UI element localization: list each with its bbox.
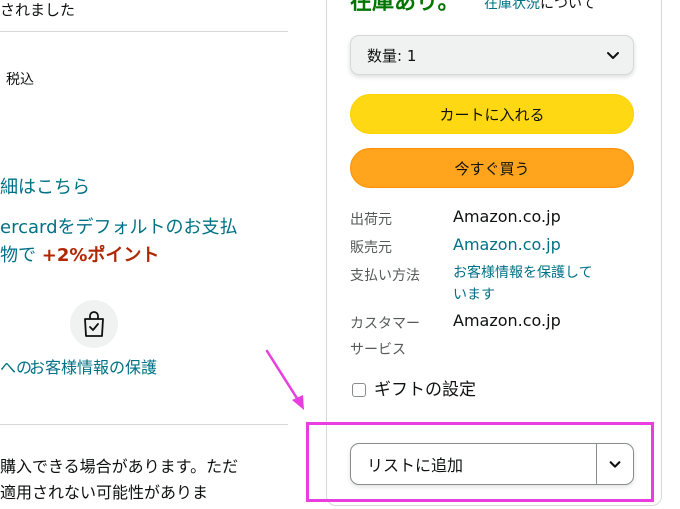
- stock-info-suffix: について: [540, 0, 596, 12]
- customer-service-value: Amazon.co.jp: [453, 311, 561, 330]
- payment-label: 支払い方法: [350, 268, 420, 284]
- buy-now-button[interactable]: 今すぐ買う: [350, 148, 634, 188]
- annotation-highlight-box: [306, 422, 654, 502]
- quantity-select[interactable]: 数量: 1: [350, 35, 634, 75]
- card-promo-link-line2[interactable]: 物で +2%ポイント: [0, 244, 159, 268]
- gift-checkbox[interactable]: [352, 383, 366, 397]
- stock-info-link[interactable]: 在庫状況について: [484, 0, 596, 14]
- seller-label: 販売元: [350, 240, 392, 256]
- shipper-label: 出荷元: [350, 212, 392, 228]
- payment-security-link-line1[interactable]: お客様情報を保護して: [453, 263, 593, 283]
- customer-info-protection-link[interactable]: お客様情報の保護: [22, 357, 164, 379]
- chevron-down-icon: [607, 52, 619, 59]
- arrow-icon: [265, 349, 304, 410]
- seller-link[interactable]: Amazon.co.jp: [453, 234, 561, 256]
- stock-info-link-text[interactable]: 在庫状況: [484, 0, 540, 12]
- add-to-cart-button[interactable]: カートに入れる: [350, 94, 634, 134]
- card-promo-prefix: 物で: [0, 245, 42, 266]
- tax-label: 税込: [6, 72, 34, 88]
- gift-option[interactable]: ギフトの設定: [352, 378, 476, 402]
- quantity-value: 数量: 1: [367, 46, 417, 65]
- shopping-bag-check-icon-svg: [84, 311, 104, 337]
- divider: [0, 424, 288, 425]
- customer-service-label-line1: カスタマー: [350, 316, 420, 332]
- points-badge: +2%ポイント: [41, 245, 160, 266]
- shipper-value: Amazon.co.jp: [453, 207, 561, 226]
- notice-text-line2: 適用されない可能性がありま: [0, 483, 209, 502]
- details-link[interactable]: 細はこちら: [0, 176, 90, 200]
- stock-status: 在庫あり。: [350, 0, 460, 15]
- notice-text-line1: 購入できる場合があります。ただ: [0, 457, 239, 476]
- card-promo-link-line1[interactable]: ercardをデフォルトのお支払: [0, 216, 238, 240]
- payment-security-link-line2[interactable]: います: [453, 285, 495, 305]
- divider: [0, 31, 288, 32]
- gift-label[interactable]: ギフトの設定: [374, 378, 476, 402]
- customer-service-label-line2: サービス: [350, 342, 406, 358]
- purchase-status-text: されました: [0, 1, 76, 19]
- shopping-bag-check-icon: [70, 300, 118, 348]
